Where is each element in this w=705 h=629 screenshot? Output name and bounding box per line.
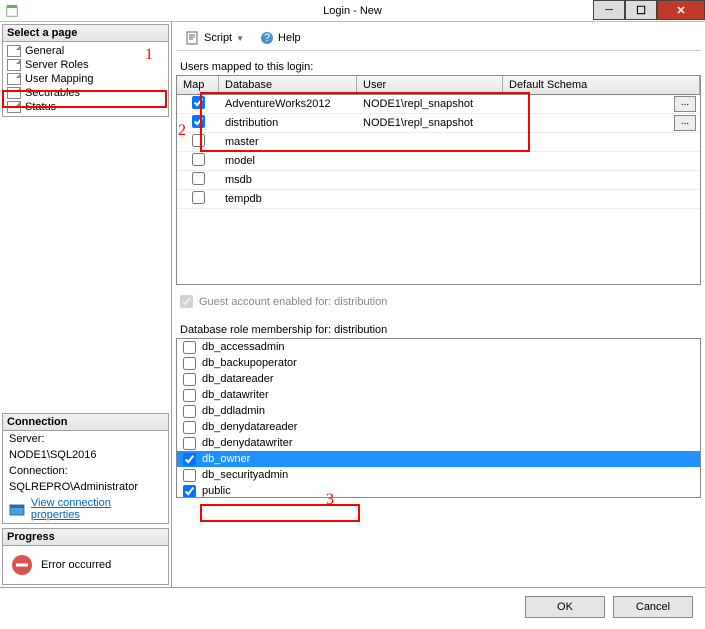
map-checkbox[interactable] xyxy=(192,191,205,204)
role-item-db_ddladmin[interactable]: db_ddladmin xyxy=(177,403,700,419)
ok-button[interactable]: OK xyxy=(525,596,605,618)
cell-user: NODE1\repl_snapshot xyxy=(357,116,503,130)
dialog-footer: OK Cancel xyxy=(0,587,705,625)
role-item-db_securityadmin[interactable]: db_securityadmin xyxy=(177,467,700,483)
role-checkbox[interactable] xyxy=(183,389,196,402)
role-checkbox[interactable] xyxy=(183,357,196,370)
toolbar: Script ▼ ? Help xyxy=(176,26,701,51)
role-item-db_datawriter[interactable]: db_datawriter xyxy=(177,387,700,403)
cell-user xyxy=(357,160,503,162)
annotation-1: 1 xyxy=(145,46,153,64)
progress-status: Error occurred xyxy=(41,559,111,571)
cell-database: distribution xyxy=(219,116,357,130)
role-checkbox[interactable] xyxy=(183,405,196,418)
role-checkbox[interactable] xyxy=(183,373,196,386)
role-item-db_datareader[interactable]: db_datareader xyxy=(177,371,700,387)
cell-database: model xyxy=(219,154,357,168)
script-button[interactable]: Script ▼ xyxy=(180,30,250,46)
help-button[interactable]: ? Help xyxy=(254,30,307,46)
sidebar-item-user-mapping[interactable]: User Mapping xyxy=(3,72,168,86)
cell-user xyxy=(357,179,503,181)
map-checkbox[interactable] xyxy=(192,96,205,109)
connection-panel: Connection Server: NODE1\SQL2016 Connect… xyxy=(2,413,169,524)
minimize-button[interactable]: ─ xyxy=(593,0,625,20)
table-row[interactable]: master... xyxy=(177,133,700,152)
app-icon xyxy=(4,3,20,19)
role-checkbox[interactable] xyxy=(183,453,196,466)
cell-user xyxy=(357,141,503,143)
progress-header: Progress xyxy=(3,529,168,546)
role-item-public[interactable]: public xyxy=(177,483,700,498)
sidebar-item-securables[interactable]: Securables xyxy=(3,86,168,100)
map-checkbox[interactable] xyxy=(192,134,205,147)
select-page-header: Select a page xyxy=(3,25,168,42)
sidebar-item-status[interactable]: Status xyxy=(3,100,168,114)
page-icon xyxy=(7,87,21,99)
script-icon xyxy=(186,31,200,45)
role-checkbox[interactable] xyxy=(183,437,196,450)
sidebar-item-server-roles[interactable]: Server Roles xyxy=(3,58,168,72)
cell-database: msdb xyxy=(219,173,357,187)
server-value: NODE1\SQL2016 xyxy=(3,447,168,463)
connection-label: Connection: xyxy=(3,463,168,479)
help-icon: ? xyxy=(260,31,274,45)
annotation-2: 2 xyxy=(178,122,186,140)
map-checkbox[interactable] xyxy=(192,115,205,128)
guest-account-checkbox: Guest account enabled for: distribution xyxy=(180,295,701,308)
guest-checkbox xyxy=(180,295,193,308)
annotation-3: 3 xyxy=(326,491,334,509)
page-icon xyxy=(7,59,21,71)
role-item-db_backupoperator[interactable]: db_backupoperator xyxy=(177,355,700,371)
dropdown-icon: ▼ xyxy=(236,34,244,43)
select-page-panel: Select a page GeneralServer RolesUser Ma… xyxy=(2,24,169,117)
role-item-db_denydatareader[interactable]: db_denydatareader xyxy=(177,419,700,435)
page-icon xyxy=(7,73,21,85)
column-header-user[interactable]: User xyxy=(357,76,503,94)
role-item-db_owner[interactable]: db_owner xyxy=(177,451,700,467)
cell-user: NODE1\repl_snapshot xyxy=(357,97,503,111)
role-membership-label: Database role membership for: distributi… xyxy=(180,324,701,336)
table-row[interactable]: tempdb... xyxy=(177,190,700,209)
cancel-button[interactable]: Cancel xyxy=(613,596,693,618)
page-icon xyxy=(7,101,21,113)
error-icon xyxy=(11,554,33,576)
browse-button[interactable]: ... xyxy=(674,115,696,131)
role-item-db_denydatawriter[interactable]: db_denydatawriter xyxy=(177,435,700,451)
map-checkbox[interactable] xyxy=(192,172,205,185)
maximize-button[interactable]: ☐ xyxy=(625,0,657,20)
browse-button[interactable]: ... xyxy=(674,96,696,112)
role-checkbox[interactable] xyxy=(183,485,196,498)
sidebar-item-general[interactable]: General xyxy=(3,44,168,58)
cell-database: tempdb xyxy=(219,192,357,206)
cell-user xyxy=(357,198,503,200)
progress-panel: Progress Error occurred xyxy=(2,528,169,585)
role-item-db_accessadmin[interactable]: db_accessadmin xyxy=(177,339,700,355)
table-row[interactable]: distributionNODE1\repl_snapshot... xyxy=(177,114,700,133)
connection-value: SQLREPRO\Administrator xyxy=(3,479,168,495)
cell-database: master xyxy=(219,135,357,149)
role-checkbox[interactable] xyxy=(183,341,196,354)
column-header-default-schema[interactable]: Default Schema xyxy=(503,76,700,94)
role-checkbox[interactable] xyxy=(183,469,196,482)
role-membership-list[interactable]: db_accessadmindb_backupoperatordb_datare… xyxy=(176,338,701,498)
svg-text:?: ? xyxy=(264,32,270,44)
map-checkbox[interactable] xyxy=(192,153,205,166)
table-row[interactable]: AdventureWorks2012NODE1\repl_snapshot... xyxy=(177,95,700,114)
column-header-database[interactable]: Database xyxy=(219,76,357,94)
column-header-map[interactable]: Map xyxy=(177,76,219,94)
close-button[interactable]: ✕ xyxy=(657,0,705,20)
cell-database: AdventureWorks2012 xyxy=(219,97,357,111)
connection-header: Connection xyxy=(3,414,168,431)
table-row[interactable]: model... xyxy=(177,152,700,171)
view-connection-properties-link[interactable]: View connection properties xyxy=(31,497,162,521)
connection-properties-icon xyxy=(9,502,25,516)
server-label: Server: xyxy=(3,431,168,447)
role-checkbox[interactable] xyxy=(183,421,196,434)
table-row[interactable]: msdb... xyxy=(177,171,700,190)
users-mapped-label: Users mapped to this login: xyxy=(180,61,701,73)
window-title: Login - New xyxy=(323,5,382,17)
window-titlebar: Login - New ─ ☐ ✕ xyxy=(0,0,705,22)
page-icon xyxy=(7,45,21,57)
users-mapped-grid[interactable]: Map Database User Default Schema Adventu… xyxy=(176,75,701,285)
